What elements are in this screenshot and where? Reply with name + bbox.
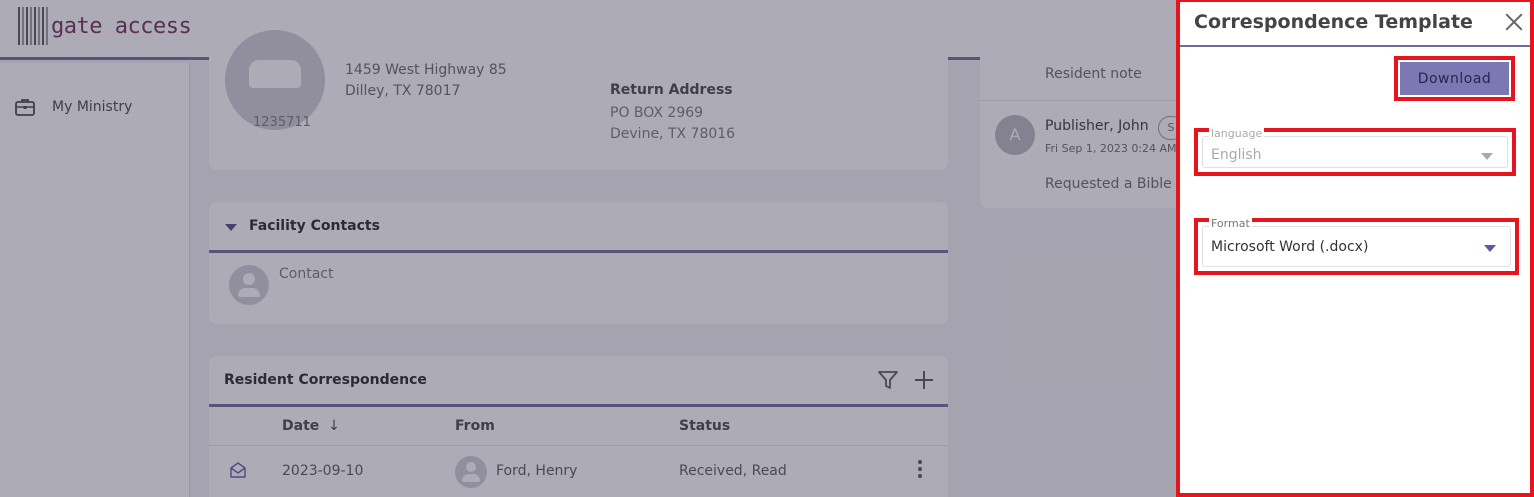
- close-icon[interactable]: [1504, 12, 1524, 32]
- language-highlight: language English: [1194, 127, 1516, 176]
- language-value: English: [1211, 147, 1262, 163]
- dropdown-arrow-icon: [1484, 245, 1496, 252]
- format-value: Microsoft Word (.docx): [1211, 239, 1369, 255]
- dropdown-arrow-icon: [1481, 153, 1493, 160]
- panel-header: Correspondence Template: [1180, 2, 1530, 47]
- correspondence-template-panel: Correspondence Template Download languag…: [1176, 0, 1534, 497]
- format-highlight: Format Microsoft Word (.docx): [1194, 217, 1519, 275]
- format-select[interactable]: Format Microsoft Word (.docx): [1202, 217, 1511, 267]
- download-button[interactable]: Download: [1400, 62, 1509, 95]
- download-highlight: Download: [1394, 56, 1515, 101]
- format-label: Format: [1209, 217, 1252, 230]
- language-select[interactable]: language English: [1202, 127, 1508, 168]
- language-label: language: [1209, 127, 1265, 140]
- panel-title: Correspondence Template: [1194, 11, 1473, 33]
